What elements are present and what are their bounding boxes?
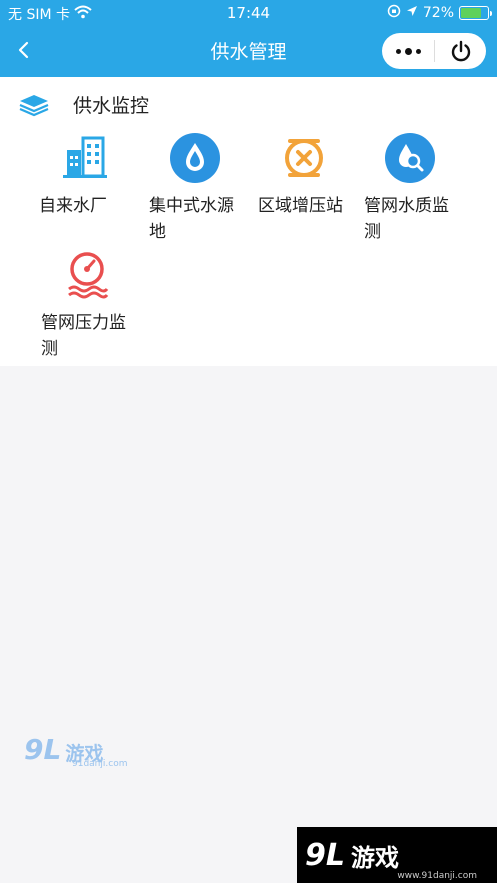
corner-logo: 9L (305, 837, 345, 873)
corner-watermark: 9L 游戏 www.91danji.com (297, 827, 497, 883)
power-icon (451, 40, 470, 62)
tile-label: 自来水厂 (39, 196, 107, 216)
tile-label: 区域增压站 (258, 196, 343, 216)
water-quality-magnifier-icon (384, 132, 436, 184)
tile-water-quality[interactable]: 管网水质监测 (350, 132, 470, 245)
more-button[interactable] (382, 33, 434, 69)
pump-station-icon (278, 132, 330, 184)
location-icon (406, 5, 418, 21)
corner-text: 游戏 (351, 843, 399, 872)
battery-fill (461, 8, 482, 18)
more-dot (415, 48, 421, 54)
nav-bar: 供水管理 (0, 24, 497, 77)
tile-label: 管网水质监测 (364, 196, 449, 242)
watermark-logo: 9L (24, 733, 62, 766)
close-miniprogram-button[interactable] (435, 33, 486, 69)
watermark-url: 91danji.com (72, 759, 128, 769)
tile-water-plant[interactable]: 自来水厂 (25, 132, 145, 219)
section-title: 供水监控 (73, 95, 150, 117)
battery-icon (459, 6, 492, 20)
section-header: 供水监控 (18, 91, 149, 118)
corner-url: www.91danji.com (397, 871, 477, 881)
pressure-gauge-icon (61, 249, 113, 301)
tile-pressure-monitor[interactable]: 管网压力监测 (27, 249, 147, 362)
water-drop-icon (169, 132, 221, 184)
tile-label: 集中式水源地 (149, 196, 234, 242)
site-watermark: 9L 游戏 91danji.com (24, 733, 127, 769)
water-plant-building-icon (59, 132, 111, 184)
battery-percent: 72% (422, 5, 454, 21)
status-right: 72% (387, 4, 492, 22)
miniprogram-capsule (382, 33, 486, 69)
more-dot (404, 47, 412, 55)
tile-water-source[interactable]: 集中式水源地 (135, 132, 255, 245)
orientation-lock-icon (387, 4, 401, 22)
supply-monitor-panel: 供水监控 自来水厂 集中式水源地 区域增压站 管网水质监测 管网压力监测 (0, 77, 497, 366)
status-bar: 无 SIM 卡 17:44 72% (0, 0, 497, 24)
more-dot (395, 48, 401, 54)
layers-icon (19, 94, 49, 116)
tile-label: 管网压力监测 (41, 313, 126, 359)
tile-booster-station[interactable]: 区域增压站 (244, 132, 364, 219)
